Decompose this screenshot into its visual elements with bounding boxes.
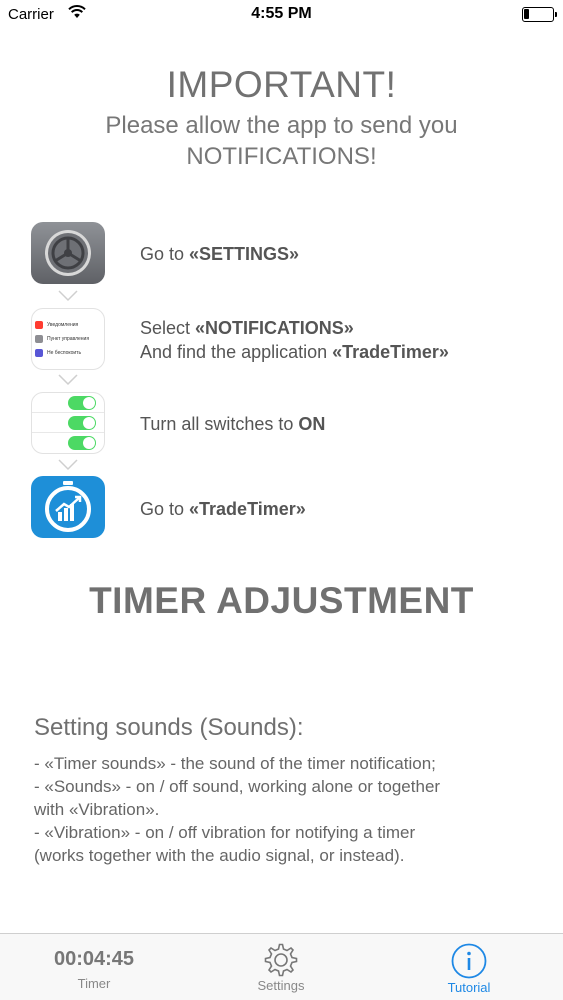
subtitle-line-1: Please allow the app to send you — [105, 112, 458, 139]
tab-tutorial-label: Tutorial — [447, 980, 491, 995]
step-1-bold: «SETTINGS» — [189, 244, 300, 264]
sounds-line-4: - «Vibration» - on / off vibration for n… — [34, 823, 416, 842]
step-2-bold: «NOTIFICATIONS» — [195, 318, 354, 338]
settings-gear-icon — [31, 222, 105, 284]
important-title: IMPORTANT! — [166, 64, 397, 105]
step-2-line2-bold: «TradeTimer» — [332, 342, 449, 362]
sounds-heading: Setting sounds (Sounds): — [34, 714, 304, 741]
timer-countdown: 00:04:45 — [53, 948, 135, 970]
step-3-bold: ON — [298, 414, 326, 434]
thumb-row-1: Уведомления — [47, 321, 79, 328]
tab-timer-label: Timer — [77, 976, 111, 991]
subtitle-line-2: NOTIFICATIONS! — [186, 143, 377, 170]
tab-settings-label: Settings — [257, 978, 305, 993]
status-bar: Carrier 4:55 PM — [0, 0, 563, 30]
sounds-line-3: with «Vibration». — [34, 800, 160, 819]
tab-bar: 00:04:45 Timer Settings Tutorial — [0, 933, 563, 1000]
gear-icon — [264, 943, 298, 977]
switches-icon — [31, 392, 105, 454]
thumb-row-2: Пункт управления — [47, 335, 90, 342]
step-4-text: Go to «TradeTimer» — [140, 497, 306, 521]
chevron-down-icon — [58, 374, 78, 386]
status-time: 4:55 PM — [251, 5, 312, 22]
step-1-text: Go to «SETTINGS» — [140, 242, 299, 266]
notifications-list-icon: Уведомления Пункт управления Не беспокои… — [31, 308, 105, 370]
chevron-down-icon — [58, 459, 78, 471]
step-4-prefix: Go to — [140, 499, 190, 519]
step-2-line2-prefix: And find the application — [140, 342, 333, 362]
battery-icon — [522, 7, 557, 22]
timer-adjustment-title: TIMER ADJUSTMENT — [89, 580, 474, 621]
step-3-prefix: Turn all switches to — [140, 414, 299, 434]
thumb-row-3: Не беспокоить — [47, 349, 82, 356]
sounds-line-2: - «Sounds» - on / off sound, working alo… — [34, 777, 441, 796]
sounds-line-5: (works together with the audio signal, o… — [34, 846, 405, 865]
sounds-line-1: - «Timer sounds» - the sound of the time… — [34, 754, 436, 773]
step-2-prefix: Select — [140, 318, 196, 338]
step-4-bold: «TradeTimer» — [189, 499, 306, 519]
step-1-prefix: Go to — [140, 244, 190, 264]
info-icon — [451, 943, 487, 979]
sounds-description: - «Timer sounds» - the sound of the time… — [34, 752, 534, 867]
tradetimer-app-icon — [31, 476, 105, 538]
tab-timer[interactable]: 00:04:45 Timer — [20, 934, 168, 1000]
important-subtitle: Please allow the app to send you NOTIFIC… — [0, 110, 563, 172]
tab-tutorial[interactable]: Tutorial — [395, 934, 543, 1000]
tab-settings[interactable]: Settings — [207, 934, 355, 1000]
step-3-text: Turn all switches to ON — [140, 412, 325, 436]
chevron-down-icon — [58, 290, 78, 302]
step-2-text: Select «NOTIFICATIONS» And find the appl… — [140, 316, 449, 364]
